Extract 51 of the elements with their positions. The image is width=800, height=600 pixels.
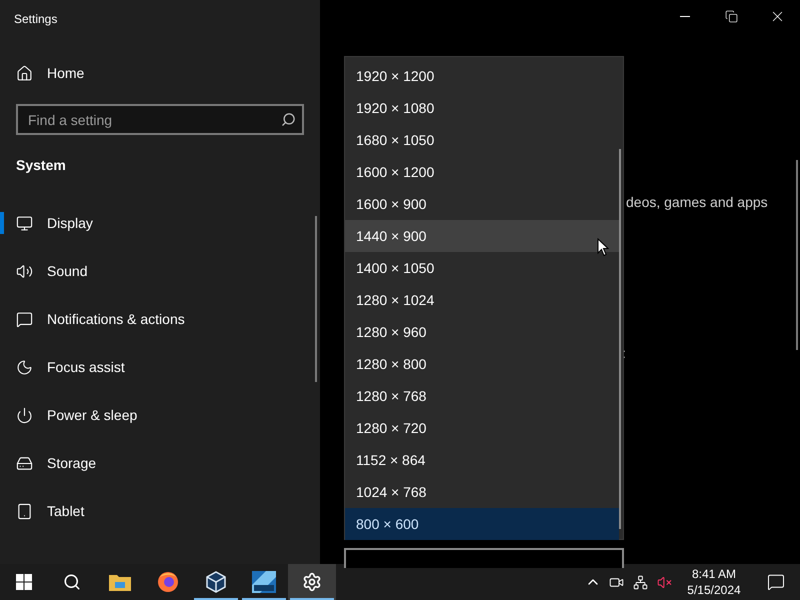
moon-icon bbox=[16, 358, 33, 376]
nav-item[interactable]: Power & sleep bbox=[0, 391, 320, 439]
network-icon bbox=[632, 574, 648, 590]
dropdown-option[interactable]: 1280 × 768 bbox=[345, 380, 619, 412]
dropdown-option[interactable]: 1024 × 768 bbox=[345, 476, 619, 508]
nav-item[interactable]: Tablet bbox=[0, 487, 320, 535]
window-title: Settings bbox=[13, 11, 58, 28]
dropdown-option[interactable]: 1440 × 900 bbox=[345, 220, 619, 252]
dropdown-option[interactable]: 1400 × 1050 bbox=[345, 252, 619, 284]
section-heading: System bbox=[15, 156, 67, 175]
drive-icon bbox=[16, 454, 33, 472]
dropdown-option[interactable]: 1600 × 1200 bbox=[345, 156, 619, 188]
fox-globe-icon bbox=[157, 571, 179, 593]
dropdown-option[interactable]: 1920 × 1080 bbox=[345, 92, 619, 124]
nav-item[interactable]: Focus assist bbox=[0, 343, 320, 391]
cube-icon bbox=[205, 571, 227, 593]
nav-item[interactable]: Notifications & actions bbox=[0, 295, 320, 343]
dropdown-option[interactable]: 1280 × 960 bbox=[345, 316, 619, 348]
dropdown-option[interactable]: 1600 × 900 bbox=[345, 188, 619, 220]
home-link[interactable]: Home bbox=[0, 59, 320, 87]
speaker-icon bbox=[16, 262, 33, 280]
server-window-icon bbox=[252, 571, 276, 593]
dropdown-option[interactable]: 1680 × 1050 bbox=[345, 124, 619, 156]
search-icon bbox=[63, 573, 81, 591]
folder-icon bbox=[109, 573, 131, 591]
tablet-icon bbox=[16, 502, 33, 520]
muted-speaker-icon bbox=[656, 574, 672, 590]
dropdown-option[interactable]: 1152 × 864 bbox=[345, 444, 619, 476]
nav-item[interactable]: Storage bbox=[0, 439, 320, 487]
dropdown-option[interactable]: 1280 × 1024 bbox=[345, 284, 619, 316]
dropdown-option[interactable]: 1920 × 1200 bbox=[345, 60, 619, 92]
dropdown-option[interactable]: 800 × 600 bbox=[345, 508, 619, 540]
dropdown-field[interactable] bbox=[344, 548, 624, 568]
restore-icon bbox=[724, 10, 738, 22]
monitor-icon bbox=[16, 214, 33, 232]
taskbar-button[interactable] bbox=[288, 564, 336, 600]
speech-bubble-icon bbox=[767, 573, 785, 591]
nav-item[interactable]: Display bbox=[0, 199, 320, 247]
clock[interactable]: 8:41 AM 5/15/2024 bbox=[676, 564, 752, 600]
windows-logo-icon bbox=[16, 574, 32, 590]
search-field[interactable]: Find a setting bbox=[16, 104, 304, 135]
description-text: deos, games and apps bbox=[626, 193, 769, 212]
mouse-cursor-icon bbox=[597, 238, 609, 257]
home-icon bbox=[16, 64, 33, 82]
power-icon bbox=[16, 406, 33, 424]
message-icon bbox=[16, 310, 33, 328]
search-icon bbox=[281, 112, 296, 127]
dropdown-option[interactable]: 1280 × 720 bbox=[345, 412, 619, 444]
dropdown-option[interactable]: 1280 × 800 bbox=[345, 348, 619, 380]
nav-item[interactable]: Sound bbox=[0, 247, 320, 295]
gear-icon bbox=[302, 572, 322, 592]
